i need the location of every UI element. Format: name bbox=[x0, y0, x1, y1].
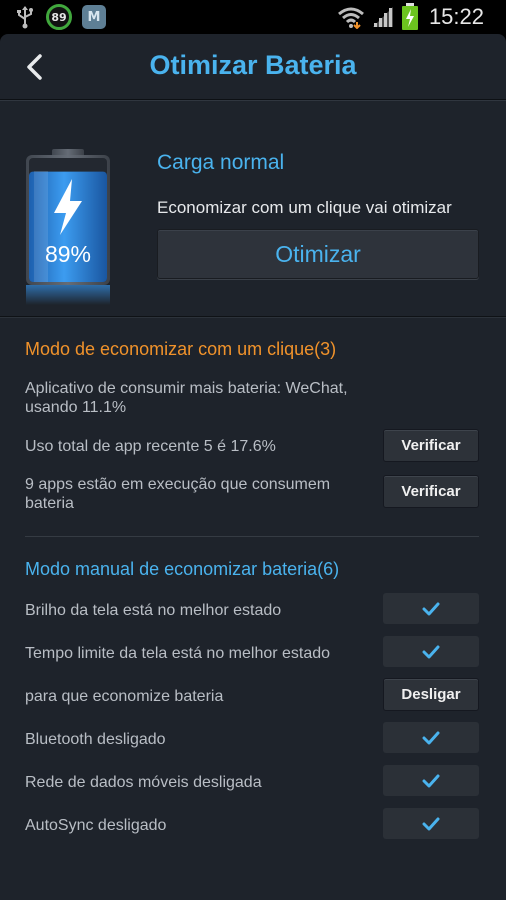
list-item-screen-brightness: Brilho da tela está no melhor estado bbox=[25, 602, 282, 619]
list-item-top-app-usage: Aplicativo de consumir mais bateria: WeC… bbox=[25, 380, 348, 416]
checkmark-icon bbox=[422, 817, 440, 830]
list-item-bluetooth: Bluetooth desligado bbox=[25, 731, 166, 748]
battery-graphic: 89% bbox=[24, 149, 112, 305]
status-bar: 89 M 15:22 bbox=[0, 0, 506, 34]
battery-percentage: 89% bbox=[44, 241, 92, 267]
battery-level-indicator bbox=[26, 149, 110, 305]
checkmark-icon bbox=[422, 774, 440, 787]
optimize-button[interactable]: Otimizar bbox=[157, 229, 479, 279]
usb-icon bbox=[17, 6, 33, 29]
status-bar-notifications: 89 M bbox=[14, 4, 106, 30]
autosync-off-check[interactable] bbox=[383, 808, 479, 839]
list-item-running-apps: 9 apps estão em execução que consumem ba… bbox=[25, 476, 331, 512]
status-bar-system: 15:22 bbox=[337, 3, 484, 31]
mobile-data-off-check[interactable] bbox=[383, 765, 479, 796]
section-divider bbox=[25, 536, 479, 537]
app-notification-icon: M bbox=[82, 5, 106, 29]
header: Otimizar Bateria bbox=[0, 34, 506, 100]
app-window: Otimizar Bateria 89% Carga normal Econom… bbox=[0, 34, 506, 900]
verify-running-apps-button[interactable]: Verificar bbox=[383, 475, 479, 508]
charge-status-description: Economizar com um clique vai otimizar bbox=[157, 198, 452, 217]
charge-status-title: Carga normal bbox=[157, 151, 285, 174]
verify-recent-apps-button[interactable]: Verificar bbox=[383, 429, 479, 462]
one-click-section-title: Modo de economizar com um clique(3) bbox=[25, 339, 337, 359]
brightness-optimized-check[interactable] bbox=[383, 593, 479, 624]
list-item-screen-timeout: Tempo limite da tela está no melhor esta… bbox=[25, 645, 331, 662]
bluetooth-off-check[interactable] bbox=[383, 722, 479, 753]
page-title: Otimizar Bateria bbox=[149, 50, 357, 80]
list-item-mobile-data: Rede de dados móveis desligada bbox=[25, 774, 262, 791]
list-item-recent-apps: Uso total de app recente 5 é 17.6% bbox=[25, 438, 276, 455]
checkmark-icon bbox=[422, 645, 440, 658]
checkmark-icon bbox=[422, 731, 440, 744]
battery-saver-badge-icon: 89 bbox=[46, 4, 72, 30]
battery-charging-icon bbox=[401, 3, 418, 30]
status-bar-clock: 15:22 bbox=[428, 4, 484, 29]
list-item-turn-off-for-saving: para que economize bateria bbox=[25, 688, 224, 705]
cell-signal-icon bbox=[372, 7, 393, 27]
list-item-autosync: AutoSync desligado bbox=[25, 817, 167, 834]
wifi-icon bbox=[337, 7, 364, 29]
manual-section-title: Modo manual de economizar bateria(6) bbox=[25, 559, 340, 579]
turn-off-button[interactable]: Desligar bbox=[383, 678, 479, 711]
battery-summary: 89% Carga normal Economizar com um cliqu… bbox=[0, 101, 506, 317]
timeout-optimized-check[interactable] bbox=[383, 636, 479, 667]
checkmark-icon bbox=[422, 602, 440, 615]
